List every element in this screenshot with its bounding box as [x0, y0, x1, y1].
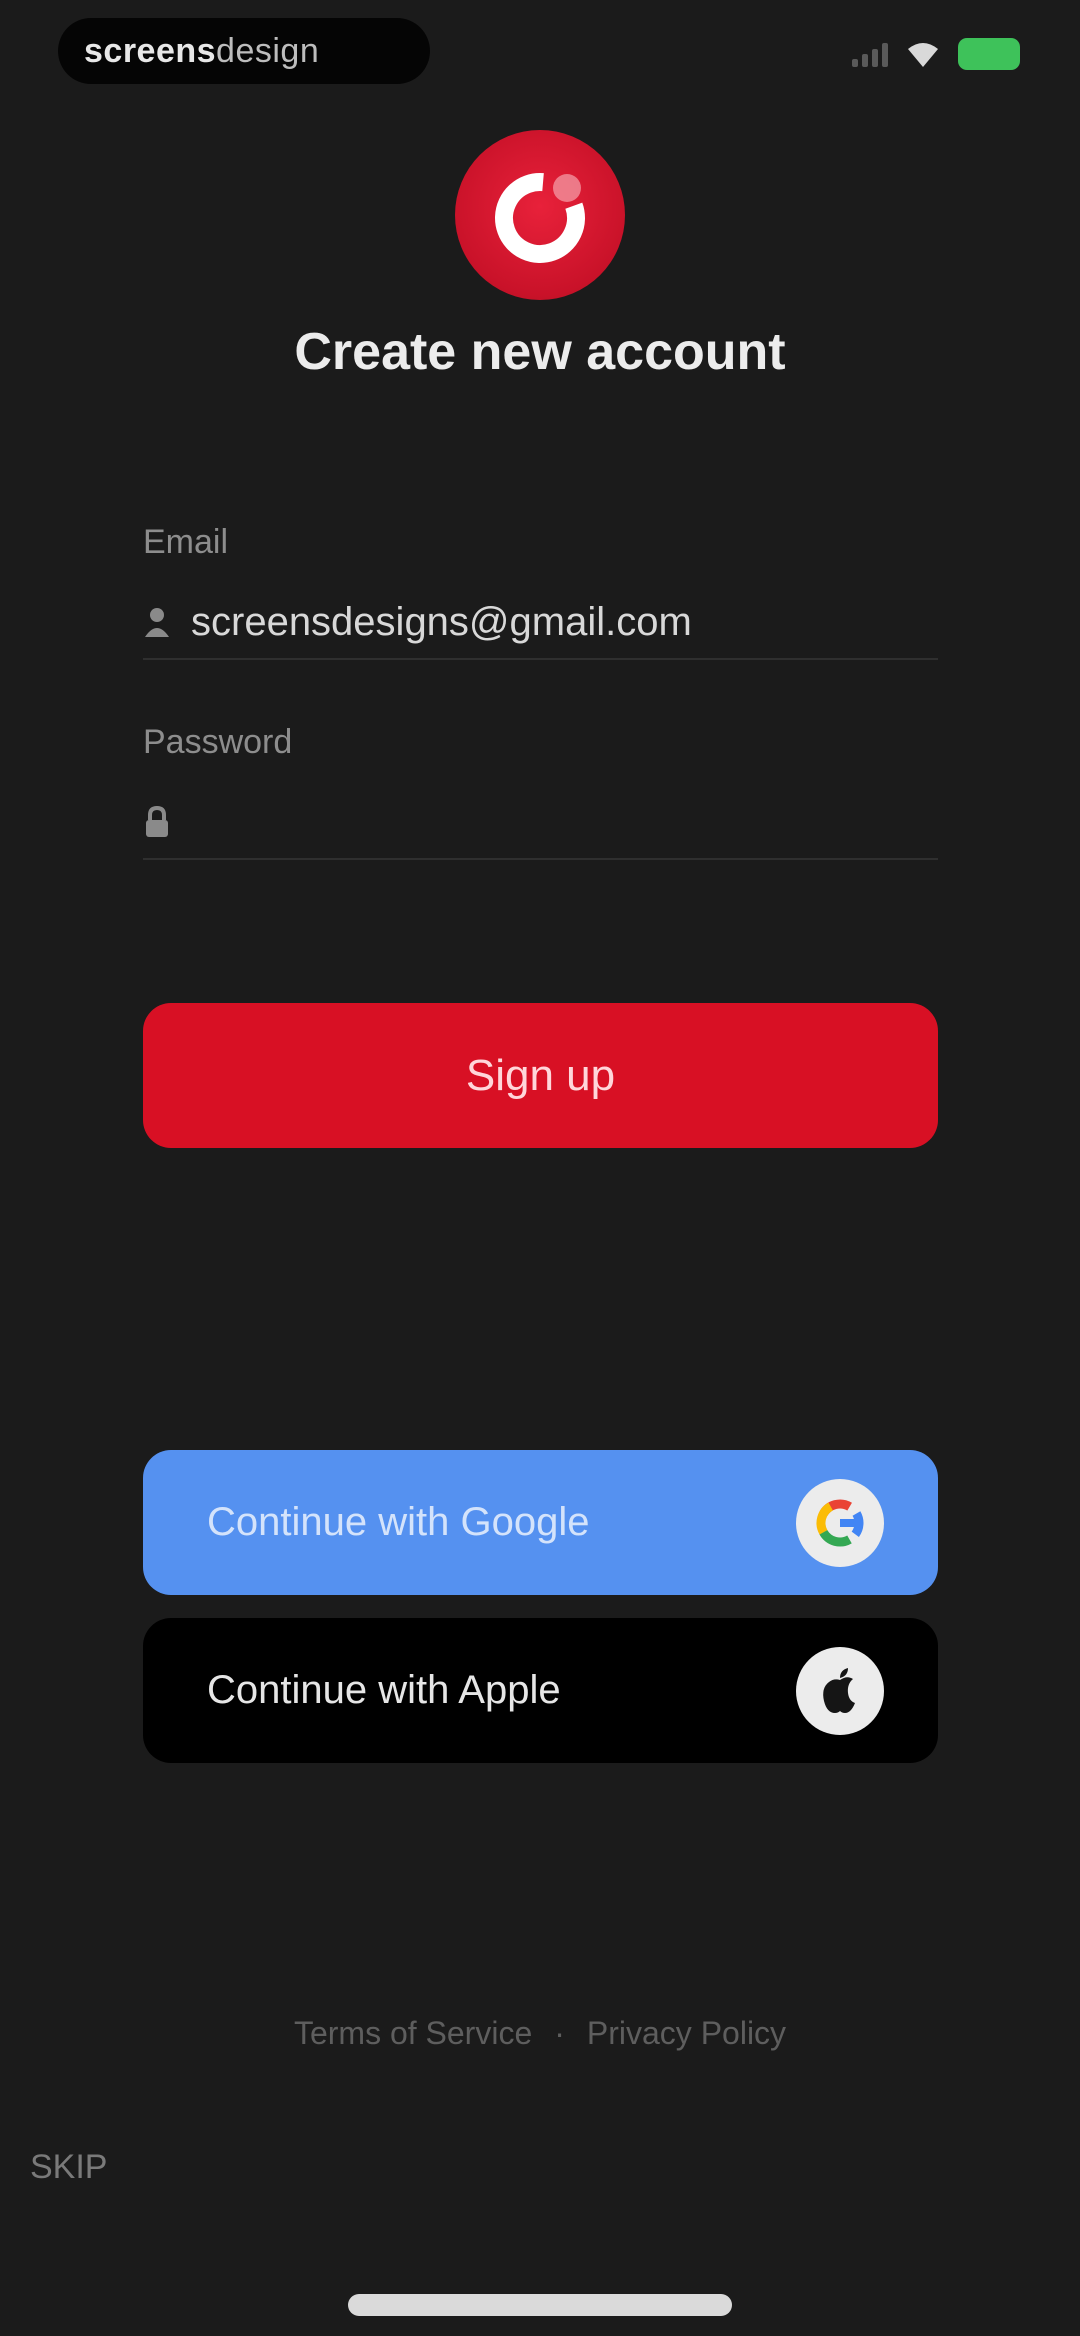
legal-separator: · [554, 2015, 565, 2051]
skip-link[interactable]: SKIP [30, 2148, 107, 2187]
email-field-row[interactable] [143, 586, 938, 660]
user-icon [145, 608, 169, 637]
google-button-label: Continue with Google [207, 1500, 590, 1544]
page-title: Create new account [294, 323, 786, 381]
password-input[interactable] [191, 799, 921, 845]
google-logo-badge [796, 1478, 884, 1567]
email-input[interactable] [191, 599, 921, 645]
privacy-policy-link[interactable]: Privacy Policy [587, 2015, 786, 2051]
apple-logo-badge [796, 1646, 884, 1735]
status-bar-indicators [852, 38, 1020, 70]
wifi-icon [908, 43, 938, 67]
signup-button[interactable]: Sign up [143, 1003, 938, 1148]
battery-icon [958, 38, 1020, 70]
apple-icon [823, 1667, 855, 1713]
status-bar-brand: screens design [58, 18, 430, 84]
password-label: Password [143, 723, 293, 761]
signal-icon [852, 41, 888, 67]
brand-ring-logo-icon [495, 173, 585, 263]
email-label: Email [143, 523, 229, 561]
brand-name-bold: screens [84, 31, 217, 70]
home-indicator[interactable] [348, 2294, 732, 2316]
terms-of-service-link[interactable]: Terms of Service [294, 2015, 532, 2051]
continue-with-google-button[interactable]: Continue with Google [143, 1450, 938, 1595]
google-icon [816, 1499, 864, 1546]
legal-links: Terms of Service · Privacy Policy [0, 2015, 1080, 2052]
brand-logo [455, 130, 625, 300]
continue-with-apple-button[interactable]: Continue with Apple [143, 1618, 938, 1763]
lock-icon [146, 805, 168, 837]
apple-button-label: Continue with Apple [207, 1668, 561, 1712]
brand-name-light: design [216, 31, 320, 70]
password-field-row[interactable] [143, 786, 938, 860]
